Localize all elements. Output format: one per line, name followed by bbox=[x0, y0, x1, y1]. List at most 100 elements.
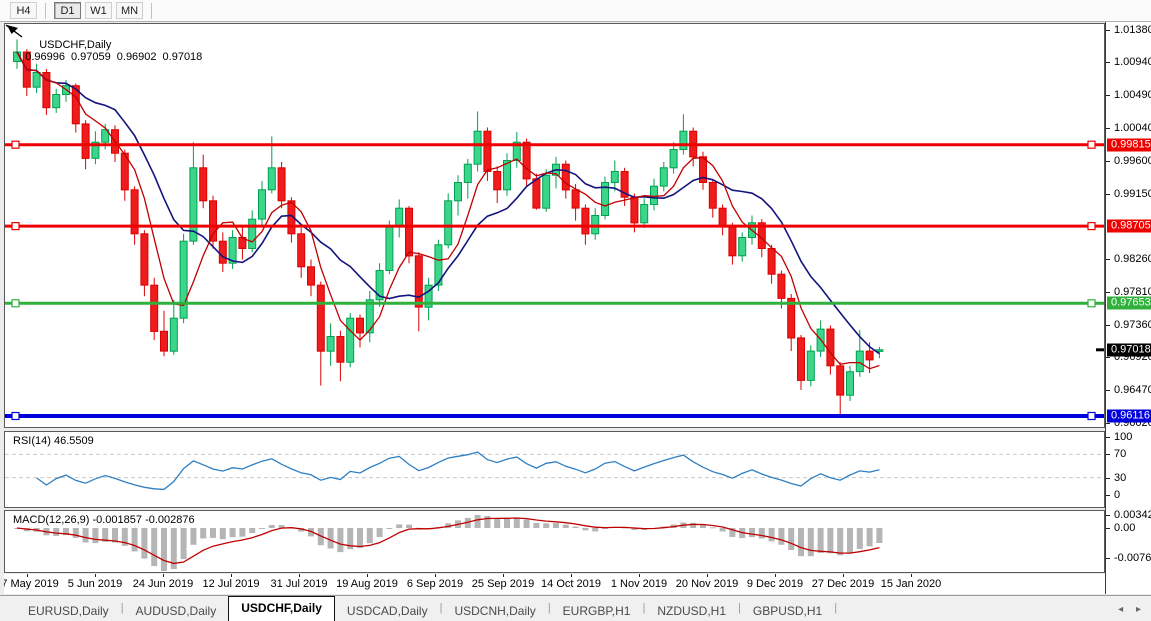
chart-tab-gbpusd[interactable]: GBPUSD,H1 bbox=[741, 601, 834, 621]
timeframe-button-h4[interactable]: H4 bbox=[10, 2, 37, 19]
axis-tick-mark bbox=[1106, 292, 1110, 293]
time-axis-label: 27 Dec 2019 bbox=[812, 578, 874, 590]
symbol-tab-bar: EURUSD,Daily|AUDUSD,DailyUSDCHF,DailyUSD… bbox=[0, 595, 1151, 621]
time-axis-label: 1 Nov 2019 bbox=[611, 578, 667, 590]
axis-tick-mark bbox=[1106, 390, 1110, 391]
macd-indicator-pane[interactable]: MACD(12,26,9) -0.001857 -0.002876 bbox=[4, 510, 1105, 573]
price-axis-tick: 0.97360 bbox=[1114, 319, 1151, 331]
time-axis-tick-mark bbox=[911, 574, 912, 577]
time-axis-label: 24 Jun 2019 bbox=[133, 578, 194, 590]
time-axis-label: 25 Sep 2019 bbox=[472, 578, 534, 590]
chart-tab-eurusd[interactable]: EURUSD,Daily bbox=[16, 601, 121, 621]
price-axis-tick: 0.99600 bbox=[1114, 155, 1151, 167]
chart-symbol-label: USDCHF,Daily bbox=[39, 39, 111, 51]
tab-separator: | bbox=[834, 602, 837, 616]
chart-title: USDCHF,Daily 0.96996 0.97059 0.96902 0.9701… bbox=[13, 27, 208, 75]
line-handle[interactable] bbox=[12, 413, 19, 420]
price-axis-tick: 0.99150 bbox=[1114, 188, 1151, 200]
time-axis-tick-mark bbox=[639, 574, 640, 577]
ohlc-close-value: 0.97018 bbox=[163, 51, 203, 63]
time-axis-tick-mark bbox=[435, 574, 436, 577]
chart-tab-usdchf[interactable]: USDCHF,Daily bbox=[228, 596, 335, 621]
time-axis-tick-mark bbox=[707, 574, 708, 577]
tab-scroll-arrows: ◂ ▸ bbox=[1108, 604, 1141, 615]
line-handle[interactable] bbox=[1088, 413, 1095, 420]
time-axis-label: 9 Dec 2019 bbox=[747, 578, 803, 590]
line-handle[interactable] bbox=[1088, 300, 1095, 307]
tab-scroll-right-icon[interactable]: ▸ bbox=[1136, 604, 1141, 615]
price-level-line[interactable] bbox=[5, 413, 1104, 420]
current-price-tick bbox=[1096, 348, 1104, 351]
chart-tab-usdcnh[interactable]: USDCNH,Daily bbox=[442, 601, 547, 621]
chart-tab-usdcad[interactable]: USDCAD,Daily bbox=[335, 601, 440, 621]
chart-tab-audusd[interactable]: AUDUSD,Daily bbox=[124, 601, 229, 621]
line-handle[interactable] bbox=[1088, 223, 1095, 230]
rsi-axis-tick: 100 bbox=[1114, 431, 1132, 443]
rsi-axis-tick: 70 bbox=[1114, 448, 1126, 460]
price-axis-tick: 0.96470 bbox=[1114, 384, 1151, 396]
ohlc-high-value: 0.97059 bbox=[71, 51, 111, 63]
rsi-title: RSI(14) 46.5509 bbox=[13, 435, 94, 447]
main-chart-pane[interactable]: USDCHF,Daily 0.96996 0.97059 0.96902 0.9701… bbox=[4, 23, 1105, 428]
axis-tick-mark bbox=[1106, 325, 1110, 326]
price-axis-tick: 1.01380 bbox=[1114, 24, 1151, 36]
price-level-line[interactable] bbox=[5, 141, 1104, 148]
candlestick-canvas[interactable] bbox=[5, 24, 1104, 427]
timeframe-button-w1[interactable]: W1 bbox=[85, 2, 112, 19]
price-axis-tick: 0.98260 bbox=[1114, 253, 1151, 265]
chart-tab-nzdusd[interactable]: NZDUSD,H1 bbox=[645, 601, 738, 621]
price-axis[interactable]: 1.013801.009401.004901.000400.996000.991… bbox=[1105, 22, 1151, 594]
price-level-label: 0.97653 bbox=[1107, 297, 1151, 310]
axis-tick-mark bbox=[1106, 478, 1110, 479]
axis-tick-mark bbox=[1106, 62, 1110, 63]
tab-scroll-left-icon[interactable]: ◂ bbox=[1118, 604, 1123, 615]
timeframe-button-d1[interactable]: D1 bbox=[54, 2, 81, 19]
axis-tick-mark bbox=[1106, 558, 1110, 559]
line-handle[interactable] bbox=[12, 141, 19, 148]
time-axis-tick-mark bbox=[571, 574, 572, 577]
time-axis-label: 15 Jan 2020 bbox=[881, 578, 942, 590]
price-level-label: 0.99815 bbox=[1107, 138, 1151, 151]
timeframe-toolbar: H4 D1 W1 MN bbox=[0, 0, 1151, 22]
axis-tick-mark bbox=[1106, 454, 1110, 455]
time-axis-label: 20 Nov 2019 bbox=[676, 578, 738, 590]
time-axis-tick-mark bbox=[503, 574, 504, 577]
time-axis-label: 5 Jun 2019 bbox=[68, 578, 122, 590]
price-axis-tick: 1.00490 bbox=[1114, 89, 1151, 101]
axis-tick-mark bbox=[1106, 259, 1110, 260]
time-axis[interactable]: 17 May 2019 5 Jun 2019 24 Jun 2019 12 Jul 2… bbox=[4, 574, 1105, 594]
rsi-canvas bbox=[5, 432, 1104, 507]
axis-tick-mark bbox=[1106, 161, 1110, 162]
time-axis-tick-mark bbox=[775, 574, 776, 577]
line-handle[interactable] bbox=[1088, 141, 1095, 148]
axis-tick-mark bbox=[1106, 437, 1110, 438]
toolbar-separator bbox=[45, 3, 46, 19]
axis-tick-mark bbox=[1106, 515, 1110, 516]
macd-title: MACD(12,26,9) -0.001857 -0.002876 bbox=[13, 514, 195, 526]
current-price-label: 0.97018 bbox=[1107, 343, 1151, 356]
timeframe-button-mn[interactable]: MN bbox=[116, 2, 143, 19]
price-level-line[interactable] bbox=[5, 223, 1104, 230]
axis-tick-mark bbox=[1106, 357, 1110, 358]
axis-tick-mark bbox=[1106, 128, 1110, 129]
time-axis-label: 17 May 2019 bbox=[4, 578, 59, 590]
axis-tick-mark bbox=[1106, 30, 1110, 31]
rsi-indicator-pane[interactable]: RSI(14) 46.5509 bbox=[4, 431, 1105, 508]
line-handle[interactable] bbox=[12, 223, 19, 230]
price-axis-tick: 1.00040 bbox=[1114, 122, 1151, 134]
chart-tab-eurgbp[interactable]: EURGBP,H1 bbox=[551, 601, 643, 621]
ohlc-low-value: 0.96902 bbox=[117, 51, 157, 63]
time-axis-tick-mark bbox=[163, 574, 164, 577]
axis-tick-mark bbox=[1106, 194, 1110, 195]
line-handle[interactable] bbox=[12, 300, 19, 307]
time-axis-label: 12 Jul 2019 bbox=[203, 578, 260, 590]
axis-tick-mark bbox=[1106, 423, 1110, 424]
time-axis-tick-mark bbox=[231, 574, 232, 577]
price-level-line[interactable] bbox=[5, 300, 1104, 307]
time-axis-label: 19 Aug 2019 bbox=[336, 578, 398, 590]
time-axis-tick-mark bbox=[27, 574, 28, 577]
ohlc-open-value: 0.96996 bbox=[25, 51, 65, 63]
time-axis-tick-mark bbox=[843, 574, 844, 577]
macd-axis-tick: 0.003428 bbox=[1114, 509, 1151, 521]
trading-terminal-window: { "toolbar": { "timeframes": [ {"label":… bbox=[0, 0, 1151, 621]
